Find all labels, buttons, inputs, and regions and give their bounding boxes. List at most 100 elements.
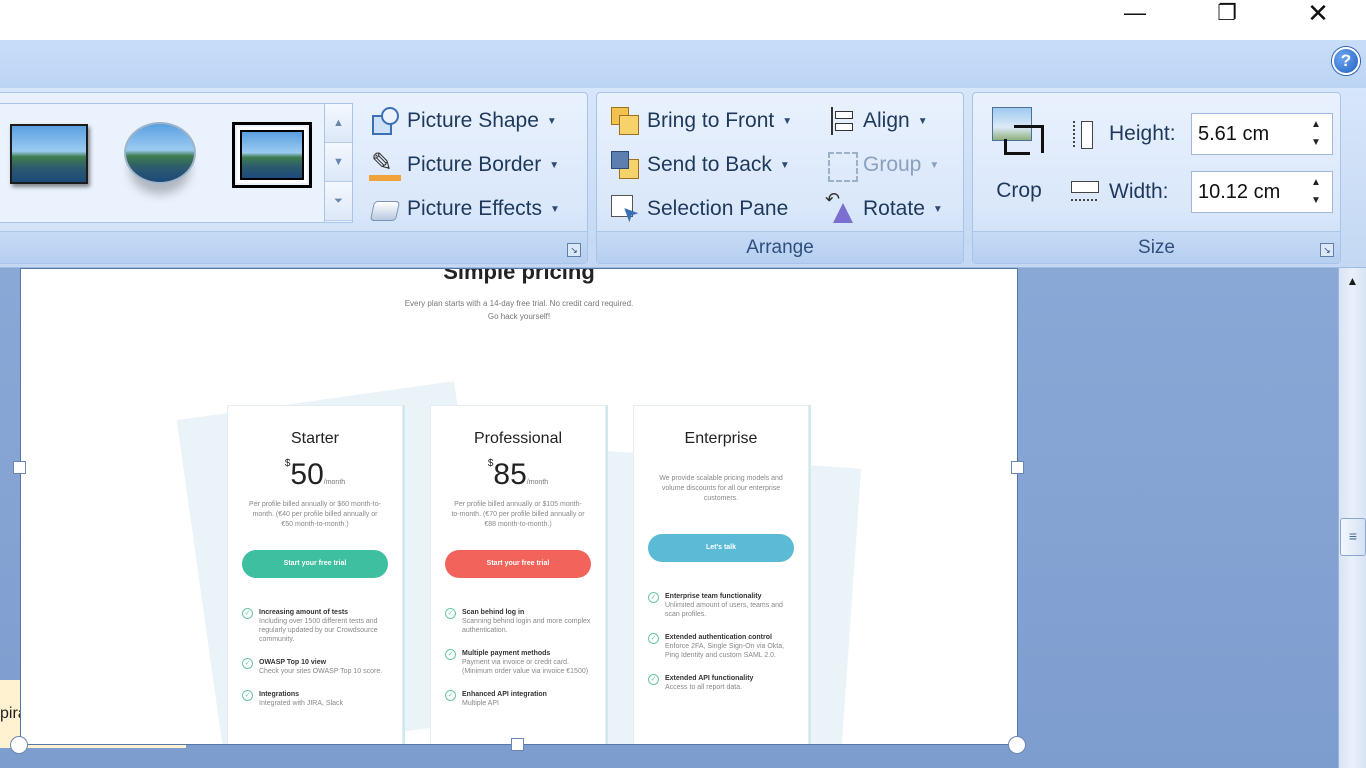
height-label: Height: [1109, 122, 1176, 145]
width-value[interactable]: 10.12 cm [1198, 181, 1280, 204]
dialog-launcher-icon[interactable]: ↘ [1320, 243, 1334, 257]
chevron-down-icon: ▼ [546, 115, 557, 127]
size-group: Crop Height: 5.61 cm ▲ ▼ Width: 10.12 cm … [972, 92, 1341, 264]
gallery-more-button[interactable]: ⏷ [325, 182, 352, 221]
gallery-up-button[interactable]: ▲ [325, 104, 352, 143]
check-icon: ✓ [648, 674, 659, 685]
picture-effects-icon [369, 193, 401, 225]
width-spin-buttons[interactable]: ▲ ▼ [1300, 172, 1332, 212]
plan-card-enterprise: Enterprise We provide scalable pricing m… [633, 405, 809, 744]
plan-features: ✓ Increasing amount of tests Including ove… [242, 608, 402, 708]
height-spinner[interactable]: 5.61 cm ▲ ▼ [1191, 113, 1333, 155]
plan-description: We provide scalable pricing models and v… [659, 475, 783, 502]
chevron-down-icon: ▼ [929, 159, 940, 171]
picture-shape-label: Picture Shape [407, 109, 539, 132]
check-icon: ✓ [242, 690, 253, 701]
height-row: Height: 5.61 cm ▲ ▼ [1069, 113, 1333, 155]
width-label: Width: [1109, 180, 1169, 203]
picture-effects-button[interactable]: Picture Effects ▼ [369, 191, 560, 227]
check-icon: ✓ [648, 633, 659, 644]
bring-to-front-label: Bring to Front [647, 109, 775, 132]
chevron-down-icon: ▼ [550, 203, 560, 215]
selection-pane-button[interactable]: Selection Pane [609, 191, 788, 227]
picture-shape-button[interactable]: Picture Shape ▼ [369, 103, 557, 139]
picture-styles-label [0, 231, 587, 263]
resize-handle-bottom-right[interactable] [1008, 736, 1026, 754]
resize-handle-left[interactable] [13, 461, 26, 474]
size-group-label: Size [973, 231, 1340, 263]
arrange-group: Bring to Front ▼ Send to Back ▼ Selectio… [596, 92, 964, 264]
picture-style-gallery: ▲ ▼ ⏷ [0, 103, 353, 223]
feature-item: ✓ Enhanced API integration Multiple API [445, 690, 605, 708]
send-to-back-button[interactable]: Send to Back ▼ [609, 147, 790, 183]
ribbon-tab-strip: ? [0, 40, 1366, 88]
chevron-down-icon: ▼ [779, 159, 790, 171]
check-icon: ✓ [445, 649, 456, 660]
scroll-thumb[interactable]: ≡ [1340, 518, 1366, 556]
gallery-down-button[interactable]: ▼ [325, 143, 352, 182]
lets-talk-button[interactable]: Let's talk [648, 534, 794, 562]
chevron-down-icon: ▼ [917, 115, 928, 127]
feature-item: ✓ Multiple payment methods Payment via inv… [445, 649, 605, 676]
style-thumbnail-image [240, 130, 304, 180]
resize-handle-bottom-left[interactable] [10, 736, 28, 754]
plan-price: $85/month [487, 458, 549, 491]
pricing-title: Simple pricing [443, 268, 595, 284]
shape-width-icon [1069, 177, 1099, 207]
check-icon: ✓ [445, 608, 456, 619]
picture-border-icon [369, 147, 401, 181]
feature-item: ✓ Extended authentication control Enforce … [648, 633, 808, 660]
plan-name: Professional [473, 430, 563, 447]
scroll-up-icon[interactable]: ▲ [1339, 268, 1366, 294]
crop-label: Crop [996, 179, 1042, 202]
height-spin-buttons[interactable]: ▲ ▼ [1300, 114, 1332, 154]
dialog-launcher-icon[interactable]: ↘ [567, 243, 581, 257]
title-bar: — ❐ ✕ [0, 0, 1366, 40]
plan-description: Per profile billed annually or $105 mont… [451, 501, 585, 528]
align-label: Align [863, 109, 910, 132]
height-value[interactable]: 5.61 cm [1198, 123, 1269, 146]
plan-card-professional: Professional $85/month Per profile bille… [430, 405, 606, 744]
resize-handle-bottom[interactable] [511, 738, 524, 751]
picture-border-label: Picture Border [407, 153, 542, 176]
pricing-subtitle-line: Every plan starts with a 14-day free tri… [404, 299, 634, 308]
minimize-button[interactable]: — [1112, 0, 1158, 30]
width-row: Width: 10.12 cm ▲ ▼ [1069, 171, 1333, 213]
gallery-scroll: ▲ ▼ ⏷ [324, 104, 352, 222]
plan-features: ✓ Scan behind log in Scanning behind login… [445, 608, 605, 708]
align-button[interactable]: Align ▼ [825, 103, 928, 139]
selected-picture[interactable]: Simple pricing Every plan starts with a … [20, 268, 1018, 745]
vertical-scrollbar[interactable]: ▲ ≡ [1338, 268, 1366, 768]
feature-item: ✓ Increasing amount of tests Including ove… [242, 608, 402, 644]
selection-pane-icon [609, 193, 641, 225]
start-trial-button[interactable]: Start your free trial [242, 550, 388, 578]
picture-border-button[interactable]: Picture Border ▼ [369, 147, 559, 183]
help-icon[interactable]: ? [1332, 47, 1360, 75]
plan-price: $50/month [284, 458, 346, 491]
check-icon: ✓ [648, 592, 659, 603]
start-trial-button[interactable]: Start your free trial [445, 550, 591, 578]
rotate-button[interactable]: Rotate ▼ [825, 189, 943, 227]
feature-item: ✓ Scan behind log in Scanning behind login… [445, 608, 605, 635]
picture-styles-group: ▲ ▼ ⏷ Picture Shape ▼ Picture Border ▼ P… [0, 92, 588, 264]
style-thumbnail-oval[interactable] [124, 122, 196, 184]
bring-to-front-icon [609, 105, 641, 137]
crop-button[interactable]: Crop [987, 103, 1051, 213]
style-thumbnail-shadow[interactable] [10, 124, 88, 184]
arrange-group-label: Arrange [597, 231, 963, 263]
style-thumbnail-double-frame[interactable] [232, 122, 312, 188]
feature-item: ✓ Enterprise team functionality Unlimited … [648, 592, 808, 619]
selection-pane-label: Selection Pane [647, 197, 789, 220]
group-button[interactable]: Group ▼ [825, 147, 939, 183]
close-button[interactable]: ✕ [1295, 0, 1341, 30]
resize-handle-right[interactable] [1011, 461, 1024, 474]
width-spinner[interactable]: 10.12 cm ▲ ▼ [1191, 171, 1333, 213]
send-to-back-icon [609, 149, 641, 181]
restore-button[interactable]: ❐ [1204, 0, 1250, 30]
chevron-down-icon: ▼ [549, 159, 560, 171]
check-icon: ✓ [242, 608, 253, 619]
crop-icon [990, 103, 1048, 157]
bring-to-front-button[interactable]: Bring to Front ▼ [609, 103, 792, 139]
rotate-icon [825, 189, 857, 225]
plan-name: Enterprise [684, 430, 758, 447]
